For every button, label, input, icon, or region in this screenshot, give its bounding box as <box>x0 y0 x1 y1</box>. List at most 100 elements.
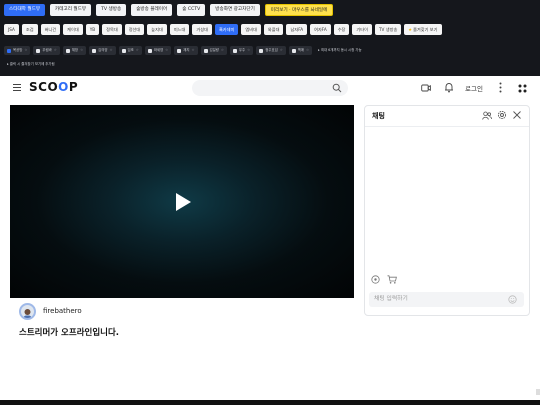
category-tab[interactable]: 기타이 <box>352 24 372 35</box>
category-tab[interactable]: 와플대 <box>263 24 284 35</box>
chip-checkbox[interactable] <box>291 48 296 53</box>
streamer-chip[interactable]: 맥애 ☆ <box>288 46 313 55</box>
search-input[interactable] <box>192 80 348 96</box>
category-tab[interactable]: 수장 <box>333 24 350 35</box>
login-link[interactable]: 로그인 <box>465 83 483 93</box>
max-view-hint: ▸ 최대 6개까지 동시 시청 가능 <box>318 48 362 52</box>
category-tab[interactable]: 거성대 <box>192 24 212 35</box>
play-icon[interactable] <box>175 192 192 212</box>
chip-label: 우주 <box>238 48 246 52</box>
chip-label: 우림바 <box>42 48 52 52</box>
category-tab[interactable]: 늪지대 <box>147 24 167 35</box>
streamer-chip[interactable]: 김의양 ☆ <box>89 46 116 55</box>
streamer-chip[interactable]: 우주 ☆ <box>229 46 254 55</box>
category-tab[interactable]: 흑카데미 <box>214 24 239 35</box>
avatar[interactable] <box>19 303 36 320</box>
search-icon[interactable] <box>332 83 342 93</box>
logo-text-left: SC <box>29 80 48 94</box>
star-outline-icon[interactable]: ☆ <box>109 46 112 55</box>
broadcast-icon[interactable] <box>421 83 431 93</box>
chip-checkbox[interactable] <box>7 48 11 53</box>
toolbar-row-tools: 스타대학 월드뷰 카테고리 월드뷰 TV 생방송 숲방송 플레이어 숲 CCTV 방송화면… <box>4 4 338 16</box>
scrollbar-thumb[interactable] <box>536 389 540 395</box>
streamer-name[interactable]: firebathero <box>43 307 82 315</box>
tool-button[interactable]: 스타대학 월드뷰 <box>4 4 46 16</box>
star-outline-icon[interactable]: ☆ <box>54 46 57 55</box>
streamer-chip[interactable]: 우림바 ☆ <box>33 46 60 55</box>
tool-button[interactable]: 미리보기 · 마우스를 놔네일에 <box>264 4 334 16</box>
smile-icon[interactable] <box>508 295 517 304</box>
star-icon: ★ <box>408 27 413 32</box>
star-outline-icon[interactable]: ☆ <box>80 46 83 55</box>
bell-icon[interactable] <box>444 82 454 93</box>
star-outline-icon[interactable]: ☆ <box>280 46 283 55</box>
chat-divider <box>365 126 529 127</box>
star-outline-icon[interactable]: ☆ <box>221 46 224 55</box>
chip-label: 임조 <box>127 48 134 52</box>
logo-text-o1: O <box>47 80 59 94</box>
chip-checkbox[interactable] <box>36 48 41 53</box>
participants-icon[interactable] <box>482 111 492 120</box>
category-tab[interactable]: JSA <box>4 24 19 35</box>
chip-checkbox[interactable] <box>65 48 70 53</box>
category-tab[interactable]: 조검 <box>21 24 38 35</box>
streamer-chip[interactable]: 체방 ☆ <box>62 46 87 55</box>
streamer-chip[interactable]: 김일량 ☆ <box>200 46 227 55</box>
tool-button[interactable]: 숲 CCTV <box>177 4 206 16</box>
cart-icon[interactable] <box>387 275 397 284</box>
chip-label: 목공방 <box>13 48 23 52</box>
chip-checkbox[interactable] <box>177 48 182 53</box>
logo-text-o2: O <box>58 80 69 94</box>
favorites-view-label: 즐겨찾기 보기 <box>413 27 438 32</box>
category-tab[interactable]: 여자FA <box>310 24 331 35</box>
category-tab[interactable]: 엠비대 <box>241 24 261 35</box>
tool-button[interactable]: 카테고리 월드뷰 <box>50 4 92 16</box>
menu-icon[interactable] <box>13 84 21 91</box>
extension-toolbar: 스타대학 월드뷰 카테고리 월드뷰 TV 생방송 숲방송 플레이어 숲 CCTV 방송화면… <box>0 0 540 76</box>
star-outline-icon[interactable]: ☆ <box>306 46 309 55</box>
chip-checkbox[interactable] <box>92 48 97 53</box>
logo-text-right: P <box>68 80 79 94</box>
streamer-chip[interactable]: 목공방 ☆ <box>4 46 31 55</box>
chip-checkbox[interactable] <box>259 48 264 53</box>
category-tab[interactable]: 남자FA <box>286 24 308 35</box>
close-icon[interactable] <box>513 111 521 119</box>
emoticon-icon[interactable] <box>371 275 380 284</box>
star-outline-icon[interactable]: ☆ <box>24 46 27 55</box>
chip-checkbox[interactable] <box>121 48 126 53</box>
chip-label: 와세영 <box>153 48 164 52</box>
category-tab[interactable]: YB <box>85 24 100 35</box>
category-tab[interactable]: 버니건 <box>40 24 61 35</box>
chip-label: 김일량 <box>209 48 219 52</box>
chip-checkbox[interactable] <box>147 48 152 53</box>
category-tab[interactable]: 정목대 <box>102 24 122 35</box>
chat-input[interactable]: 채팅 입력하기 <box>369 292 524 307</box>
chip-label: 정주호섬 <box>265 48 278 52</box>
more-options-icon[interactable] <box>499 82 502 93</box>
star-outline-icon[interactable]: ☆ <box>191 46 194 55</box>
chip-checkbox[interactable] <box>203 48 208 53</box>
chip-label: 맥애 <box>297 48 304 52</box>
tool-button[interactable]: 방송화면 광고차단기 <box>210 4 260 16</box>
tool-button[interactable]: 숲방송 플레이어 <box>131 4 173 16</box>
streamer-chip[interactable]: 정주호섬 ☆ <box>256 46 286 55</box>
chip-checkbox[interactable] <box>232 48 237 53</box>
category-tab[interactable]: TV 생방송 <box>374 24 402 35</box>
chip-label: 재지 <box>183 48 190 52</box>
gear-icon[interactable] <box>497 110 507 120</box>
streamer-chip[interactable]: 와세영 ☆ <box>144 46 172 55</box>
category-tab[interactable]: 미느대 <box>169 24 190 35</box>
site-logo[interactable]: SCOOP <box>29 80 78 94</box>
category-tab[interactable]: 케이대 <box>63 24 83 35</box>
streamer-chip[interactable]: 재지 ☆ <box>174 46 198 55</box>
favorites-view-button[interactable]: ★즐겨찾기 보기 <box>404 24 442 35</box>
offline-message: 스트리머가 오프라인입니다. <box>19 328 120 338</box>
star-outline-icon[interactable]: ☆ <box>136 46 139 55</box>
chip-label: 김의양 <box>98 48 108 52</box>
star-outline-icon[interactable]: ☆ <box>247 46 250 55</box>
star-outline-icon[interactable]: ☆ <box>165 46 168 55</box>
streamer-chip[interactable]: 임조 ☆ <box>118 46 142 55</box>
tool-button[interactable]: TV 생방송 <box>96 4 127 16</box>
category-tab[interactable]: 정선대 <box>124 24 145 35</box>
apps-grid-icon[interactable] <box>518 84 527 93</box>
